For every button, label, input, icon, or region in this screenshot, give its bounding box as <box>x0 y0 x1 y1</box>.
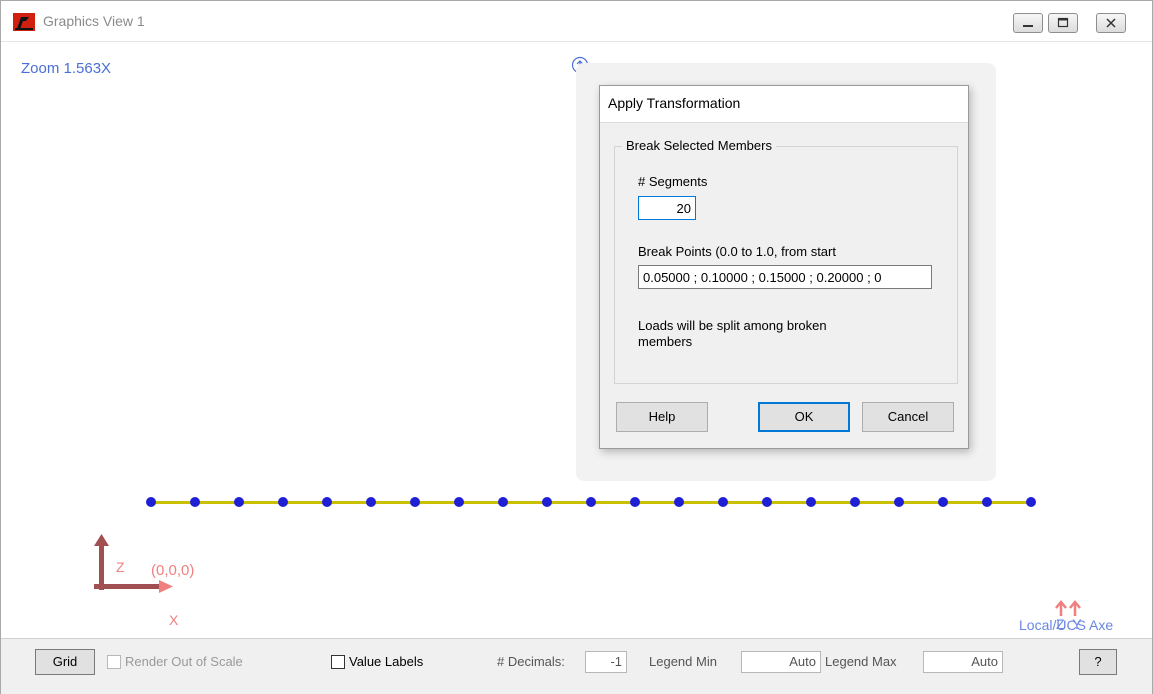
ok-button[interactable]: OK <box>758 402 850 432</box>
member-node[interactable] <box>146 497 156 507</box>
local-axes-arrows-icon <box>1055 600 1081 616</box>
member-node[interactable] <box>234 497 244 507</box>
restore-icon <box>1057 17 1069 28</box>
minimize-button[interactable] <box>1013 13 1043 33</box>
restore-button[interactable] <box>1048 13 1078 33</box>
dialog-title-bar[interactable]: Apply Transformation <box>600 86 968 123</box>
axis-x-label: X <box>169 612 179 628</box>
legend-max-label: Legend Max <box>825 654 897 669</box>
window-title: Graphics View 1 <box>43 13 145 29</box>
segments-input[interactable] <box>638 196 696 220</box>
member-node[interactable] <box>278 497 288 507</box>
zoom-label: Zoom 1.563X <box>21 60 112 77</box>
member-node[interactable] <box>190 497 200 507</box>
loads-note: Loads will be split among broken members <box>638 318 827 349</box>
member-node[interactable] <box>366 497 376 507</box>
member-node[interactable] <box>1026 497 1036 507</box>
legend-min-label: Legend Min <box>649 654 717 669</box>
help-question-button[interactable]: ? <box>1079 649 1117 675</box>
dialog-title: Apply Transformation <box>608 95 741 111</box>
member-node[interactable] <box>322 497 332 507</box>
value-labels-checkbox[interactable] <box>331 655 345 669</box>
app-logo-icon <box>13 13 35 31</box>
render-out-of-scale-checkbox[interactable] <box>107 655 121 669</box>
legend-max-input[interactable]: Auto <box>923 651 1003 673</box>
member-node[interactable] <box>718 497 728 507</box>
member-node[interactable] <box>894 497 904 507</box>
decimals-input[interactable]: -1 <box>585 651 627 673</box>
member-node[interactable] <box>938 497 948 507</box>
minimize-icon <box>1023 25 1033 27</box>
member-node[interactable] <box>674 497 684 507</box>
close-icon <box>1106 18 1116 28</box>
legend-min-input[interactable]: Auto <box>741 651 821 673</box>
member-node[interactable] <box>498 497 508 507</box>
member-node[interactable] <box>762 497 772 507</box>
decimals-label: # Decimals: <box>497 654 565 669</box>
render-out-of-scale-label: Render Out of Scale <box>125 654 243 669</box>
title-bar: Graphics View 1 <box>1 1 1152 42</box>
member-node[interactable] <box>586 497 596 507</box>
local-axes-label: Local/UCS Axe <box>1019 617 1114 633</box>
member-node[interactable] <box>454 497 464 507</box>
member-node[interactable] <box>630 497 640 507</box>
axis-z-label: Z <box>116 559 125 575</box>
member-node[interactable] <box>542 497 552 507</box>
help-button[interactable]: Help <box>616 402 708 432</box>
value-labels-label: Value Labels <box>349 654 424 669</box>
member-node[interactable] <box>410 497 420 507</box>
origin-label: (0,0,0) <box>151 562 195 579</box>
segments-label: # Segments <box>638 174 708 189</box>
breakpoints-label: Break Points (0.0 to 1.0, from start <box>638 244 836 259</box>
apply-transformation-dialog: Apply Transformation Break Selected Memb… <box>599 85 969 449</box>
close-button[interactable] <box>1096 13 1126 33</box>
group-title: Break Selected Members <box>622 138 776 153</box>
member-node[interactable] <box>982 497 992 507</box>
member-node[interactable] <box>850 497 860 507</box>
graphics-view-window: Graphics View 1 Zoom 1.563X Z X (0,0,0) … <box>0 0 1153 694</box>
breakpoints-input[interactable] <box>638 265 932 289</box>
grid-button[interactable]: Grid <box>35 649 95 675</box>
member-node[interactable] <box>806 497 816 507</box>
cancel-button[interactable]: Cancel <box>862 402 954 432</box>
